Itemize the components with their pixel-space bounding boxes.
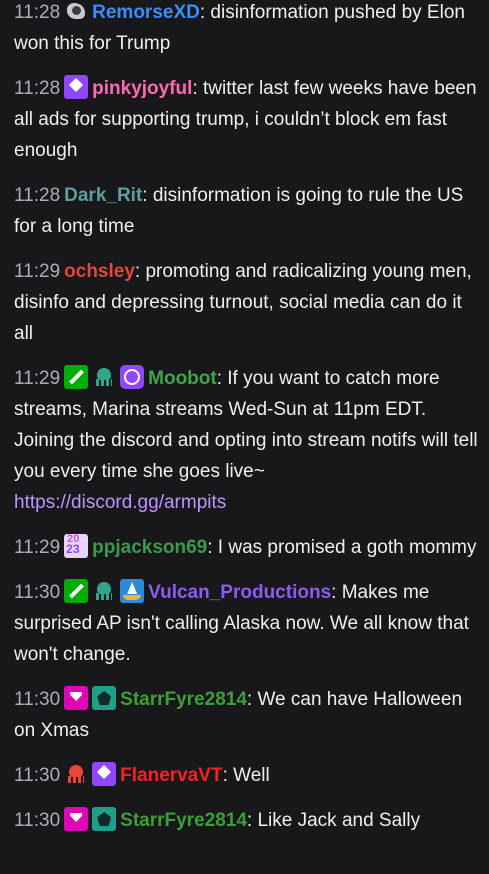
moderator-sword-icon[interactable] (64, 365, 89, 389)
chat-username[interactable]: RemorseXD (92, 2, 200, 23)
message-timestamp: 11:28 (14, 78, 61, 99)
red-squid-icon[interactable] (64, 762, 88, 786)
chat-username[interactable]: ochsley (64, 261, 135, 282)
chat-message: 11:28 Dark_Rit: disinformation is going t… (14, 180, 481, 242)
verified-bot-icon[interactable] (120, 365, 145, 389)
vip-diamond-icon[interactable] (64, 807, 89, 831)
chat-username[interactable]: StarrFyre2814 (120, 810, 247, 831)
message-timestamp: 11:29 (14, 537, 61, 558)
squid-icon[interactable] (92, 365, 116, 389)
teal-pentagon-icon[interactable] (92, 807, 117, 831)
chat-message: 11:30 Vulcan_Productions: Makes me surpri… (14, 577, 481, 670)
chat-username[interactable]: StarrFyre2814 (120, 689, 247, 710)
chat-username[interactable]: Dark_Rit (64, 185, 142, 206)
message-timestamp: 11:30 (14, 689, 61, 710)
chat-message: 11:28 pinkyjoyful: twitter last few weeks… (14, 73, 481, 166)
squid-icon[interactable] (92, 579, 116, 603)
subscriber-badge-icon[interactable] (92, 762, 117, 786)
chat-message: 11:29 Moobot: If you want to catch more s… (14, 363, 481, 518)
chat-username[interactable]: pinkyjoyful (92, 78, 192, 99)
message-text: : Like Jack and Sally (246, 810, 421, 831)
teal-pentagon-icon[interactable] (92, 686, 117, 710)
chat-username[interactable]: Moobot (148, 368, 217, 389)
vip-diamond-icon[interactable] (64, 686, 89, 710)
chat-message: 11:30 FlanervaVT: Well (14, 760, 481, 791)
message-timestamp: 11:30 (14, 810, 61, 831)
subscriber-badge-icon[interactable] (64, 75, 89, 99)
chat-message: 11:30 StarrFyre2814: We can have Hallowee… (14, 684, 481, 746)
chat-message: 11:29 ochsley: promoting and radicalizing… (14, 256, 481, 349)
chat-username[interactable]: FlanervaVT (120, 765, 222, 786)
chat-message: 11:28 RemorseXD: disinformation pushed by… (14, 0, 481, 59)
chat-username[interactable]: ppjackson69 (92, 537, 207, 558)
message-timestamp: 11:29 (14, 261, 61, 282)
message-text: : Well (222, 765, 270, 786)
2023-badge-icon[interactable] (64, 534, 89, 558)
chat-message: 11:30 StarrFyre2814: Like Jack and Sally (14, 805, 481, 836)
message-timestamp: 11:30 (14, 765, 61, 786)
message-link[interactable]: https://discord.gg/armpits (14, 492, 226, 513)
raven-icon[interactable] (64, 0, 88, 23)
sailboat-icon[interactable] (120, 579, 145, 603)
chat-log: 11:28 RemorseXD: disinformation pushed by… (0, 0, 489, 836)
moderator-sword-icon[interactable] (64, 579, 89, 603)
chat-username[interactable]: Vulcan_Productions (148, 582, 331, 603)
message-timestamp: 11:28 (14, 185, 61, 206)
message-timestamp: 11:28 (14, 2, 61, 23)
chat-message: 11:29 ppjackson69: I was promised a goth … (14, 532, 481, 563)
message-text: : I was promised a goth mommy (207, 537, 477, 558)
message-timestamp: 11:29 (14, 368, 61, 389)
message-timestamp: 11:30 (14, 582, 61, 603)
